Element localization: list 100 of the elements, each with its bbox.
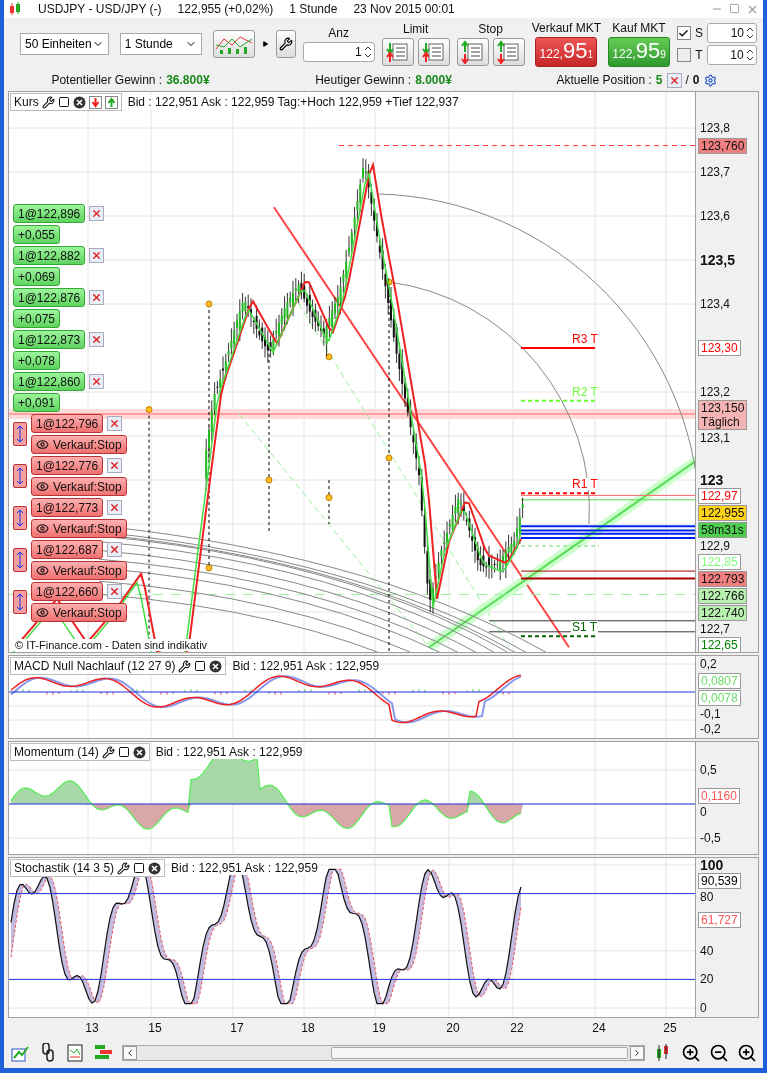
bid-ask-quote: Bid : 122,951 Ask : 122,959 Tag:+Hoch 122,959 +Tief 122,937 xyxy=(127,95,459,109)
position-entry[interactable]: 1@122,860 xyxy=(13,372,86,391)
position-entry[interactable]: 1@122,873 xyxy=(13,330,86,349)
price-tag: 0,1160 xyxy=(698,788,740,805)
axis-label: 123 xyxy=(700,473,724,487)
stop-order-action: Verkauf:Stop xyxy=(53,563,122,578)
axis-label: 100 xyxy=(700,858,724,872)
pivot-label: R1 T xyxy=(571,478,599,491)
position-entry[interactable]: 1@122,882 xyxy=(13,246,86,265)
quantity-label: Anz xyxy=(328,26,349,40)
price-tag: 122,65 xyxy=(698,637,741,652)
short-position-count: 0 xyxy=(692,73,700,87)
price-tag: 58m31s xyxy=(698,522,747,538)
axis-label: -0,5 xyxy=(700,831,721,845)
pivot-label: R3 T xyxy=(571,333,599,345)
price-tag: 123,760 xyxy=(698,137,748,154)
x-axis-label: 25 xyxy=(663,1021,677,1035)
axis-label: 123,6 xyxy=(700,209,731,223)
x-axis-label: 17 xyxy=(230,1021,244,1035)
pivot-label: S1 T xyxy=(571,621,599,634)
stop-order-entry[interactable]: 1@122,660 xyxy=(31,582,104,601)
bid-ask-quote: Bid : 122,951 Ask : 122,959 xyxy=(155,745,303,759)
bid-ask-quote: Bid : 122,951 Ask : 122,959 xyxy=(232,659,380,673)
axis-label: 20 xyxy=(700,972,714,987)
position-entry[interactable]: 1@122,876 xyxy=(13,288,86,307)
position-profit: +0,069 xyxy=(13,267,61,286)
limit-label: Limit xyxy=(402,22,429,36)
stop-order-entry[interactable]: 1@122,796 xyxy=(31,414,104,433)
price-tag: 122,955 xyxy=(698,505,748,521)
trade-label: Kauf MKT xyxy=(612,21,666,35)
x-axis-label: 18 xyxy=(301,1021,315,1035)
price-tag: 122,97 xyxy=(698,488,741,504)
price-tag: 61,727 xyxy=(698,911,741,928)
option-label: S xyxy=(695,26,703,40)
position-profit: +0,075 xyxy=(13,309,61,328)
position-profit: +0,091 xyxy=(13,393,61,412)
x-axis-label: 19 xyxy=(372,1021,386,1035)
axis-label: 123,2 xyxy=(700,385,731,399)
stop-label: Stop xyxy=(478,22,503,36)
number-field[interactable]: 10 xyxy=(706,45,757,65)
summary-label: Potentieller Gewinn : xyxy=(51,73,163,87)
price-tag: 122.740 xyxy=(698,605,748,621)
price-tag: 0,0078 xyxy=(698,689,741,706)
price-tag: 122.793 xyxy=(698,571,748,587)
price-tag: 90,539 xyxy=(698,873,741,889)
summary-value: 36.800¥ xyxy=(166,73,210,87)
title-datetime: 23 Nov 2015 00:01 xyxy=(353,2,455,16)
position-profit: +0,055 xyxy=(13,225,61,244)
stop-order-action: Verkauf:Stop xyxy=(53,479,122,494)
panel-title: Stochastik (14 3 5) xyxy=(14,861,115,875)
axis-label: 123,5 xyxy=(700,253,736,267)
bid-ask-quote: Bid : 122,951 Ask : 122,959 xyxy=(171,861,318,875)
axis-label: 123,1 xyxy=(700,431,731,445)
x-axis-label: 24 xyxy=(592,1021,606,1035)
axis-label: 80 xyxy=(700,890,714,904)
long-position-count: 5 xyxy=(655,73,663,87)
summary-value: 8.000¥ xyxy=(415,73,452,87)
price-tag: 0,0807 xyxy=(698,672,741,689)
axis-label: -0,2 xyxy=(700,721,721,736)
x-axis-label: 13 xyxy=(85,1021,99,1035)
panel-title: Kurs xyxy=(14,95,39,109)
x-axis-label: 22 xyxy=(510,1021,524,1035)
trade-label: Verkauf MKT xyxy=(531,21,601,35)
stop-order-action: Verkauf:Stop xyxy=(53,437,122,452)
panel-title: Momentum (14) xyxy=(14,745,99,759)
axis-label: 122,7 xyxy=(700,622,731,636)
price-tag: 123,150 Täglich xyxy=(698,400,748,430)
stop-order-entry[interactable]: 1@122,687 xyxy=(31,540,104,559)
position-entry[interactable]: 1@122,896 xyxy=(13,204,86,223)
timeframe-dropdown[interactable]: 1 Stunde xyxy=(119,33,203,55)
window-title: USDJPY - USD/JPY (-) xyxy=(38,2,162,16)
copyright-notice: © IT-Finance.com - Daten sind indikativ xyxy=(13,639,210,651)
price-tag: 122.766 xyxy=(698,588,748,604)
option-label: T xyxy=(695,48,703,62)
axis-label: 123,8 xyxy=(700,121,731,135)
price-tag: 122,85 xyxy=(698,554,741,570)
position-separator: / xyxy=(685,73,689,87)
axis-label: 40 xyxy=(700,943,714,958)
x-axis-label: 20 xyxy=(446,1021,460,1035)
stop-order-entry[interactable]: 1@122,776 xyxy=(31,456,104,475)
axis-label: 123,7 xyxy=(700,165,731,179)
position-label: Aktuelle Position : xyxy=(556,73,652,87)
title-period: 1 Stunde xyxy=(289,2,338,16)
quantity-field[interactable]: 1 xyxy=(302,42,375,62)
number-field[interactable]: 10 xyxy=(707,23,757,43)
units-dropdown[interactable]: 50 Einheiten xyxy=(20,33,109,55)
stop-order-action: Verkauf:Stop xyxy=(53,605,122,620)
axis-label: 0 xyxy=(700,1001,707,1015)
position-profit: +0,078 xyxy=(13,351,61,370)
axis-label: 122,9 xyxy=(700,539,731,553)
summary-label: Heutiger Gewinn : xyxy=(315,73,412,87)
pivot-label: R2 T xyxy=(571,385,599,398)
title-quote: 122,955 (+0,02%) xyxy=(177,2,274,16)
axis-label: 0,5 xyxy=(700,763,717,777)
axis-label: 123,4 xyxy=(700,297,731,311)
stop-order-entry[interactable]: 1@122,773 xyxy=(31,498,104,517)
axis-label: -0,1 xyxy=(700,706,721,721)
axis-label: 0,2 xyxy=(700,657,717,671)
axis-label: 0 xyxy=(700,805,707,820)
x-axis-label: 15 xyxy=(148,1021,162,1035)
